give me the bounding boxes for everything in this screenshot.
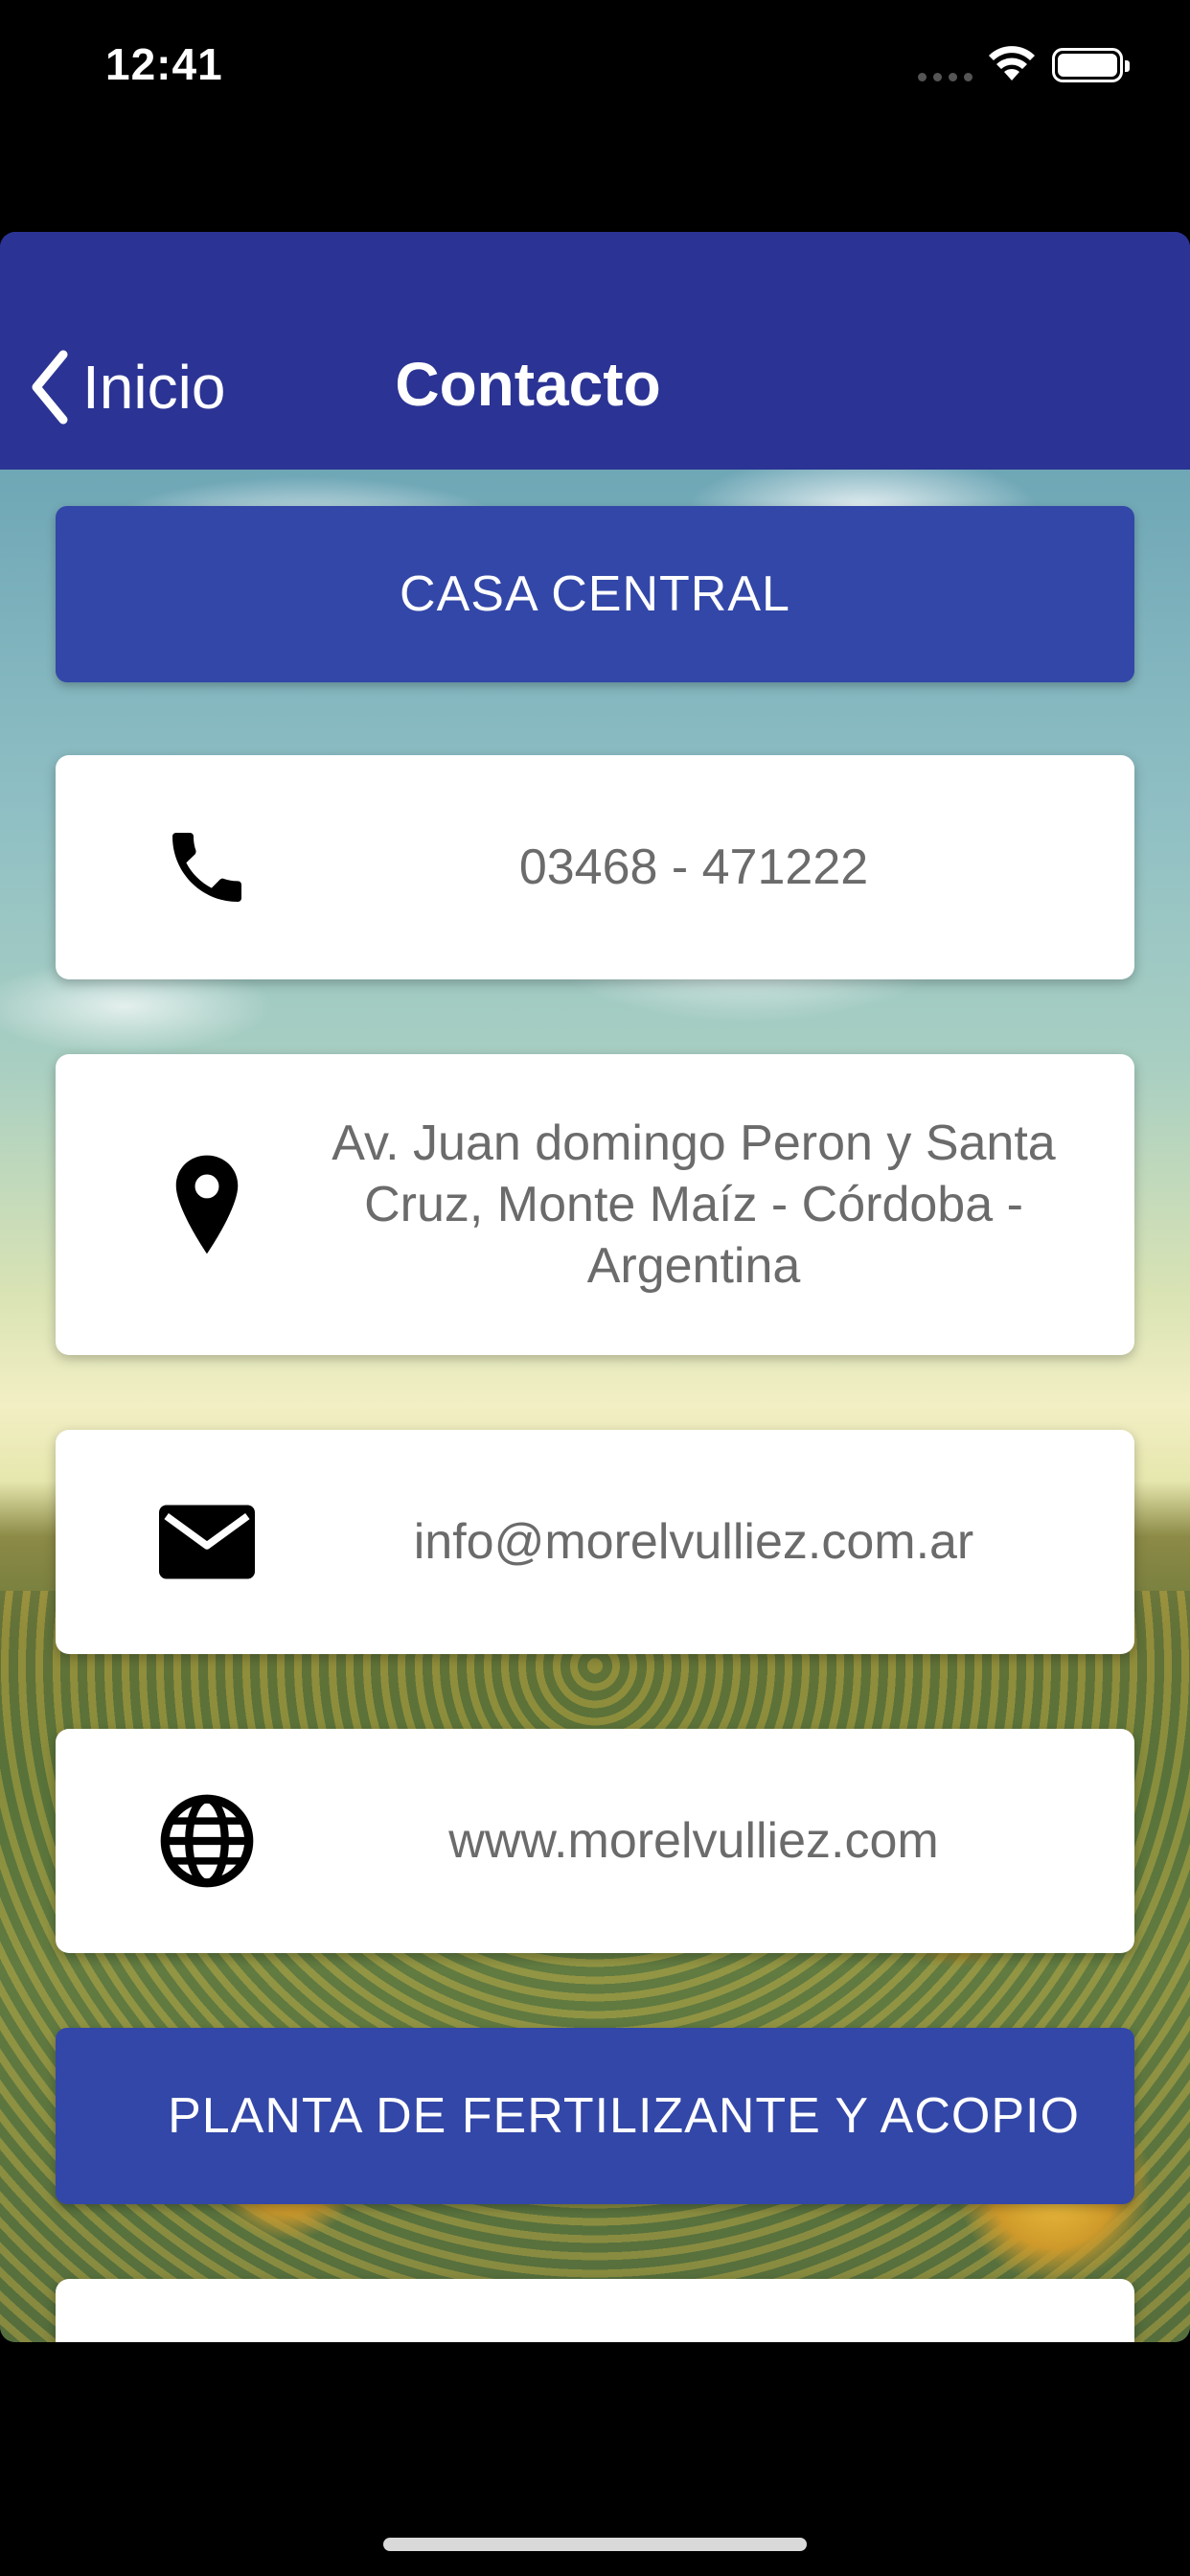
section-header-casa-central: CASA CENTRAL [56,506,1134,682]
battery-icon [1052,48,1130,82]
phone-icon [151,812,263,923]
address-text: Av. Juan domingo Peron y Santa Cruz, Mon… [332,1116,1056,1294]
contact-card-website[interactable]: www.morelvulliez.com [56,1729,1134,1953]
section-header-planta-label: PLANTA DE FERTILIZANTE Y ACOPIO [168,2088,1080,2144]
contact-card-email[interactable]: info@morelvulliez.com.ar [56,1430,1134,1654]
mail-icon [151,1486,263,1598]
page-title-text: Contacto [395,350,661,419]
status-bar: 12:41 [0,0,1190,134]
page-title: Contacto [0,349,1190,420]
background-image: CASA CENTRAL 03468 - 471222 Av. Juan dom… [0,470,1190,2342]
screen: 12:41 Inicio Contacto CASA CENTRAL 03468… [0,0,1190,2576]
email-text: info@morelvulliez.com.ar [413,1514,974,1570]
phone-number: 03468 - 471222 [518,840,869,895]
home-indicator[interactable] [383,2538,807,2551]
navigation-bar: Inicio Contacto [0,232,1190,470]
contact-card-phone[interactable]: 03468 - 471222 [56,755,1134,979]
cellular-signal-icon [918,73,973,81]
contact-card-address[interactable]: Av. Juan domingo Peron y Santa Cruz, Mon… [56,1054,1134,1355]
contact-card-phone-2[interactable] [56,2279,1134,2342]
status-time: 12:41 [105,39,223,89]
app-sheet: Inicio Contacto CASA CENTRAL 03468 - 471… [0,232,1190,2342]
globe-icon [151,1785,263,1897]
sunflower-field [0,1591,1190,2342]
section-header-planta: PLANTA DE FERTILIZANTE Y ACOPIO [56,2028,1134,2204]
phone-icon [151,2335,263,2342]
location-pin-icon [151,1149,263,1260]
website-text: www.morelvulliez.com [448,1813,939,1869]
wifi-icon [989,46,1035,80]
phone-number-2 [291,2279,1096,2342]
